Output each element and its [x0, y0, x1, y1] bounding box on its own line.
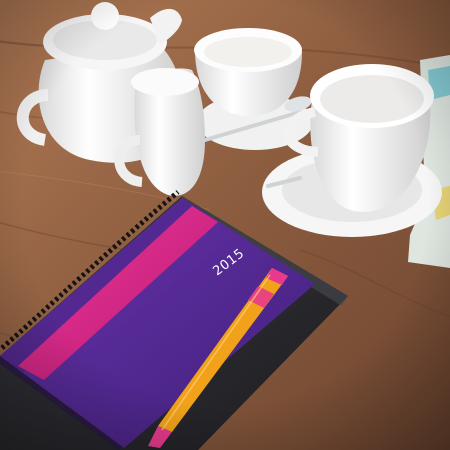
vignette-overlay [0, 0, 450, 450]
photo-scene: 2015 [0, 0, 450, 450]
